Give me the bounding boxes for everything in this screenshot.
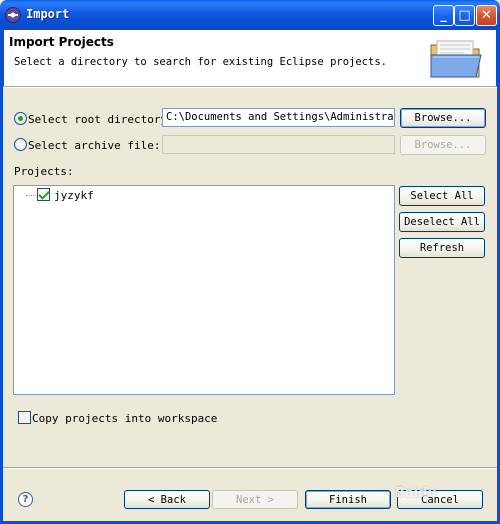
root-directory-label[interactable]: Select root directory:: [28, 113, 174, 126]
folder-icon: [430, 40, 482, 78]
wizard-description: Select a directory to search for existin…: [14, 56, 387, 68]
close-button[interactable]: ✕: [476, 5, 497, 26]
help-icon[interactable]: ?: [18, 492, 33, 507]
wizard-title: Import Projects: [9, 35, 114, 49]
refresh-button[interactable]: Refresh: [399, 238, 485, 258]
copy-projects-label[interactable]: Copy projects into workspace: [32, 412, 217, 425]
archive-file-label[interactable]: Select archive file:: [28, 139, 160, 152]
eclipse-icon: [5, 7, 21, 23]
tree-connector: [26, 195, 36, 196]
project-tree[interactable]: [13, 185, 395, 395]
root-directory-field[interactable]: C:\Documents and Settings\Administrator': [162, 108, 395, 127]
archive-file-radio[interactable]: [14, 138, 27, 151]
header-separator: [3, 86, 497, 88]
window-title: Import: [26, 7, 70, 21]
maximize-button[interactable]: □: [454, 5, 475, 26]
back-button[interactable]: < Back: [124, 490, 210, 509]
projects-label: Projects:: [14, 165, 74, 178]
title-bar: [0, 0, 500, 30]
browse-archive-button: Browse...: [400, 135, 486, 155]
footer-separator: [3, 467, 497, 469]
watermark: Baidu: [395, 486, 437, 501]
root-directory-radio[interactable]: [14, 112, 27, 125]
finish-button[interactable]: Finish: [305, 490, 391, 509]
next-button: Next >: [212, 490, 298, 509]
select-all-button[interactable]: Select All: [399, 186, 485, 206]
window-border-left: [0, 30, 3, 524]
minimize-button[interactable]: _: [433, 5, 454, 26]
project-item-label[interactable]: jyzykf: [54, 189, 94, 202]
deselect-all-button[interactable]: Deselect All: [399, 212, 485, 232]
copy-projects-checkbox[interactable]: [18, 411, 31, 424]
browse-root-button[interactable]: Browse...: [400, 108, 486, 128]
project-checkbox[interactable]: [37, 188, 50, 201]
archive-file-field: [162, 135, 395, 154]
